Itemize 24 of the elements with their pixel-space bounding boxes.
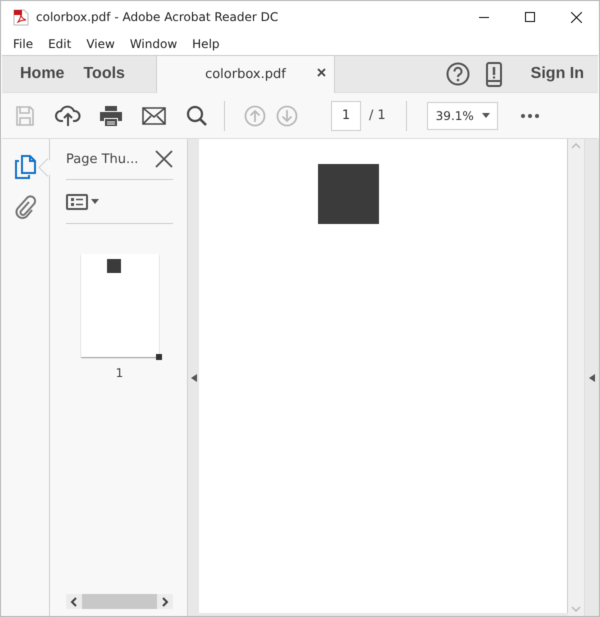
options-dropdown[interactable]	[66, 194, 99, 210]
page-total: 1	[377, 108, 386, 123]
close-icon[interactable]	[155, 150, 173, 168]
pdf-file-icon	[13, 8, 29, 26]
page-number-field[interactable]: 1	[331, 100, 361, 130]
zoom-dropdown[interactable]: 39.1%	[426, 102, 498, 130]
window-title: colorbox.pdf - Adobe Acrobat Reader DC	[36, 10, 280, 24]
menu-item[interactable]: Help	[191, 37, 221, 51]
nav-tab[interactable]: Tools	[73, 56, 134, 92]
nav-tab[interactable]: Home	[10, 56, 74, 92]
document-tab[interactable]: colorbox.pdf	[156, 56, 335, 93]
thumbnail-label: 1	[116, 366, 124, 380]
page-separator: /	[369, 108, 374, 123]
sign-in-button[interactable]: Sign In	[510, 56, 598, 92]
menu-item[interactable]: Window	[128, 37, 178, 51]
panel-title: Page Thu...	[66, 152, 138, 166]
menu-item[interactable]: View	[85, 37, 116, 51]
scrollbar-thumb[interactable]	[82, 594, 157, 609]
menu-item[interactable]: File	[12, 37, 34, 51]
menu-item[interactable]: Edit	[47, 37, 72, 51]
close-icon[interactable]	[570, 12, 582, 22]
expand-pane-icon[interactable]	[589, 374, 595, 382]
square-shape	[318, 164, 379, 224]
maximize-icon[interactable]	[525, 12, 535, 22]
